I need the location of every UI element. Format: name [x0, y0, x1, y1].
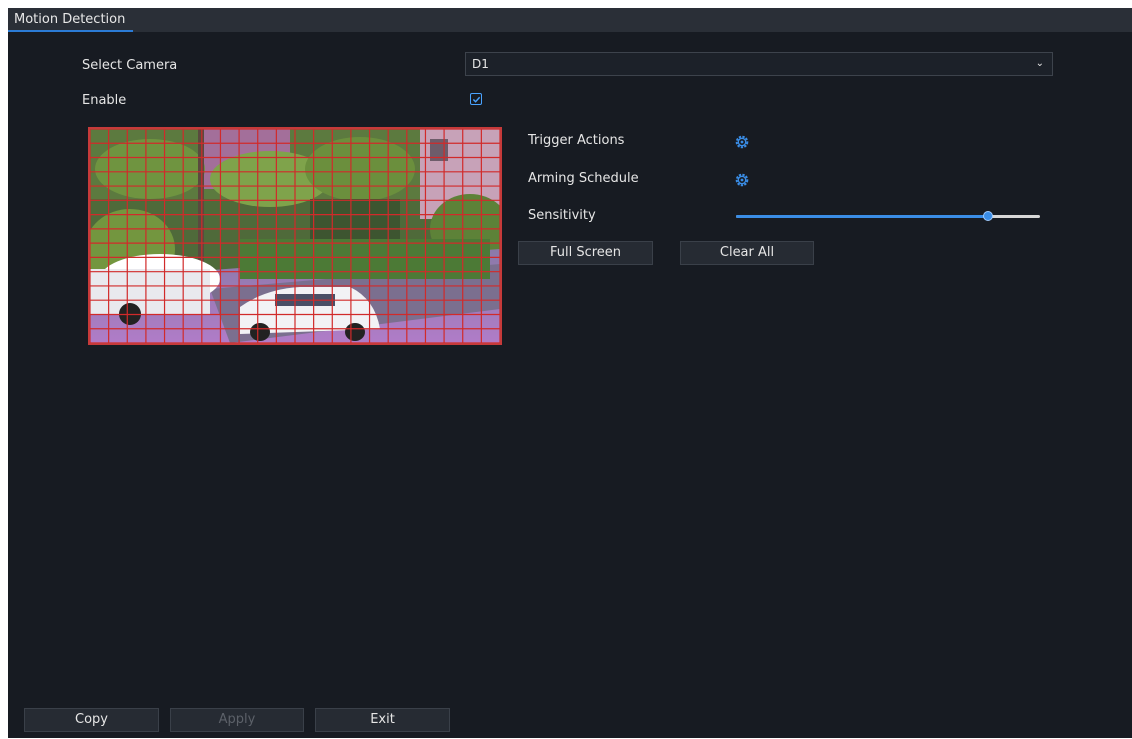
motion-grid-overlay[interactable] — [90, 129, 500, 343]
sensitivity-label: Sensitivity — [528, 208, 596, 223]
full-screen-button[interactable]: Full Screen — [518, 241, 653, 265]
arming-schedule-label: Arming Schedule — [528, 171, 639, 186]
enable-checkbox[interactable] — [470, 93, 482, 105]
sensitivity-slider[interactable] — [736, 211, 1040, 221]
camera-select[interactable]: D1 ⌄ — [465, 52, 1053, 76]
gear-icon[interactable] — [734, 134, 750, 150]
sensitivity-slider-fill — [736, 215, 989, 218]
checkmark-icon — [472, 96, 480, 103]
apply-button[interactable]: Apply — [170, 708, 304, 732]
exit-button[interactable]: Exit — [315, 708, 450, 732]
clear-all-button[interactable]: Clear All — [680, 241, 814, 265]
motion-area-preview[interactable] — [88, 127, 502, 345]
trigger-actions-label: Trigger Actions — [528, 133, 625, 148]
camera-select-value: D1 — [472, 57, 489, 71]
enable-label: Enable — [82, 93, 127, 108]
gear-icon[interactable] — [734, 172, 750, 188]
motion-detection-window: Motion Detection Select Camera D1 ⌄ Enab… — [8, 8, 1132, 738]
tab-motion-detection[interactable]: Motion Detection — [8, 8, 134, 32]
sensitivity-slider-handle[interactable] — [983, 211, 994, 221]
tab-bar: Motion Detection — [8, 8, 1132, 32]
chevron-down-icon: ⌄ — [1035, 58, 1044, 69]
select-camera-label: Select Camera — [82, 58, 178, 73]
copy-button[interactable]: Copy — [24, 708, 159, 732]
